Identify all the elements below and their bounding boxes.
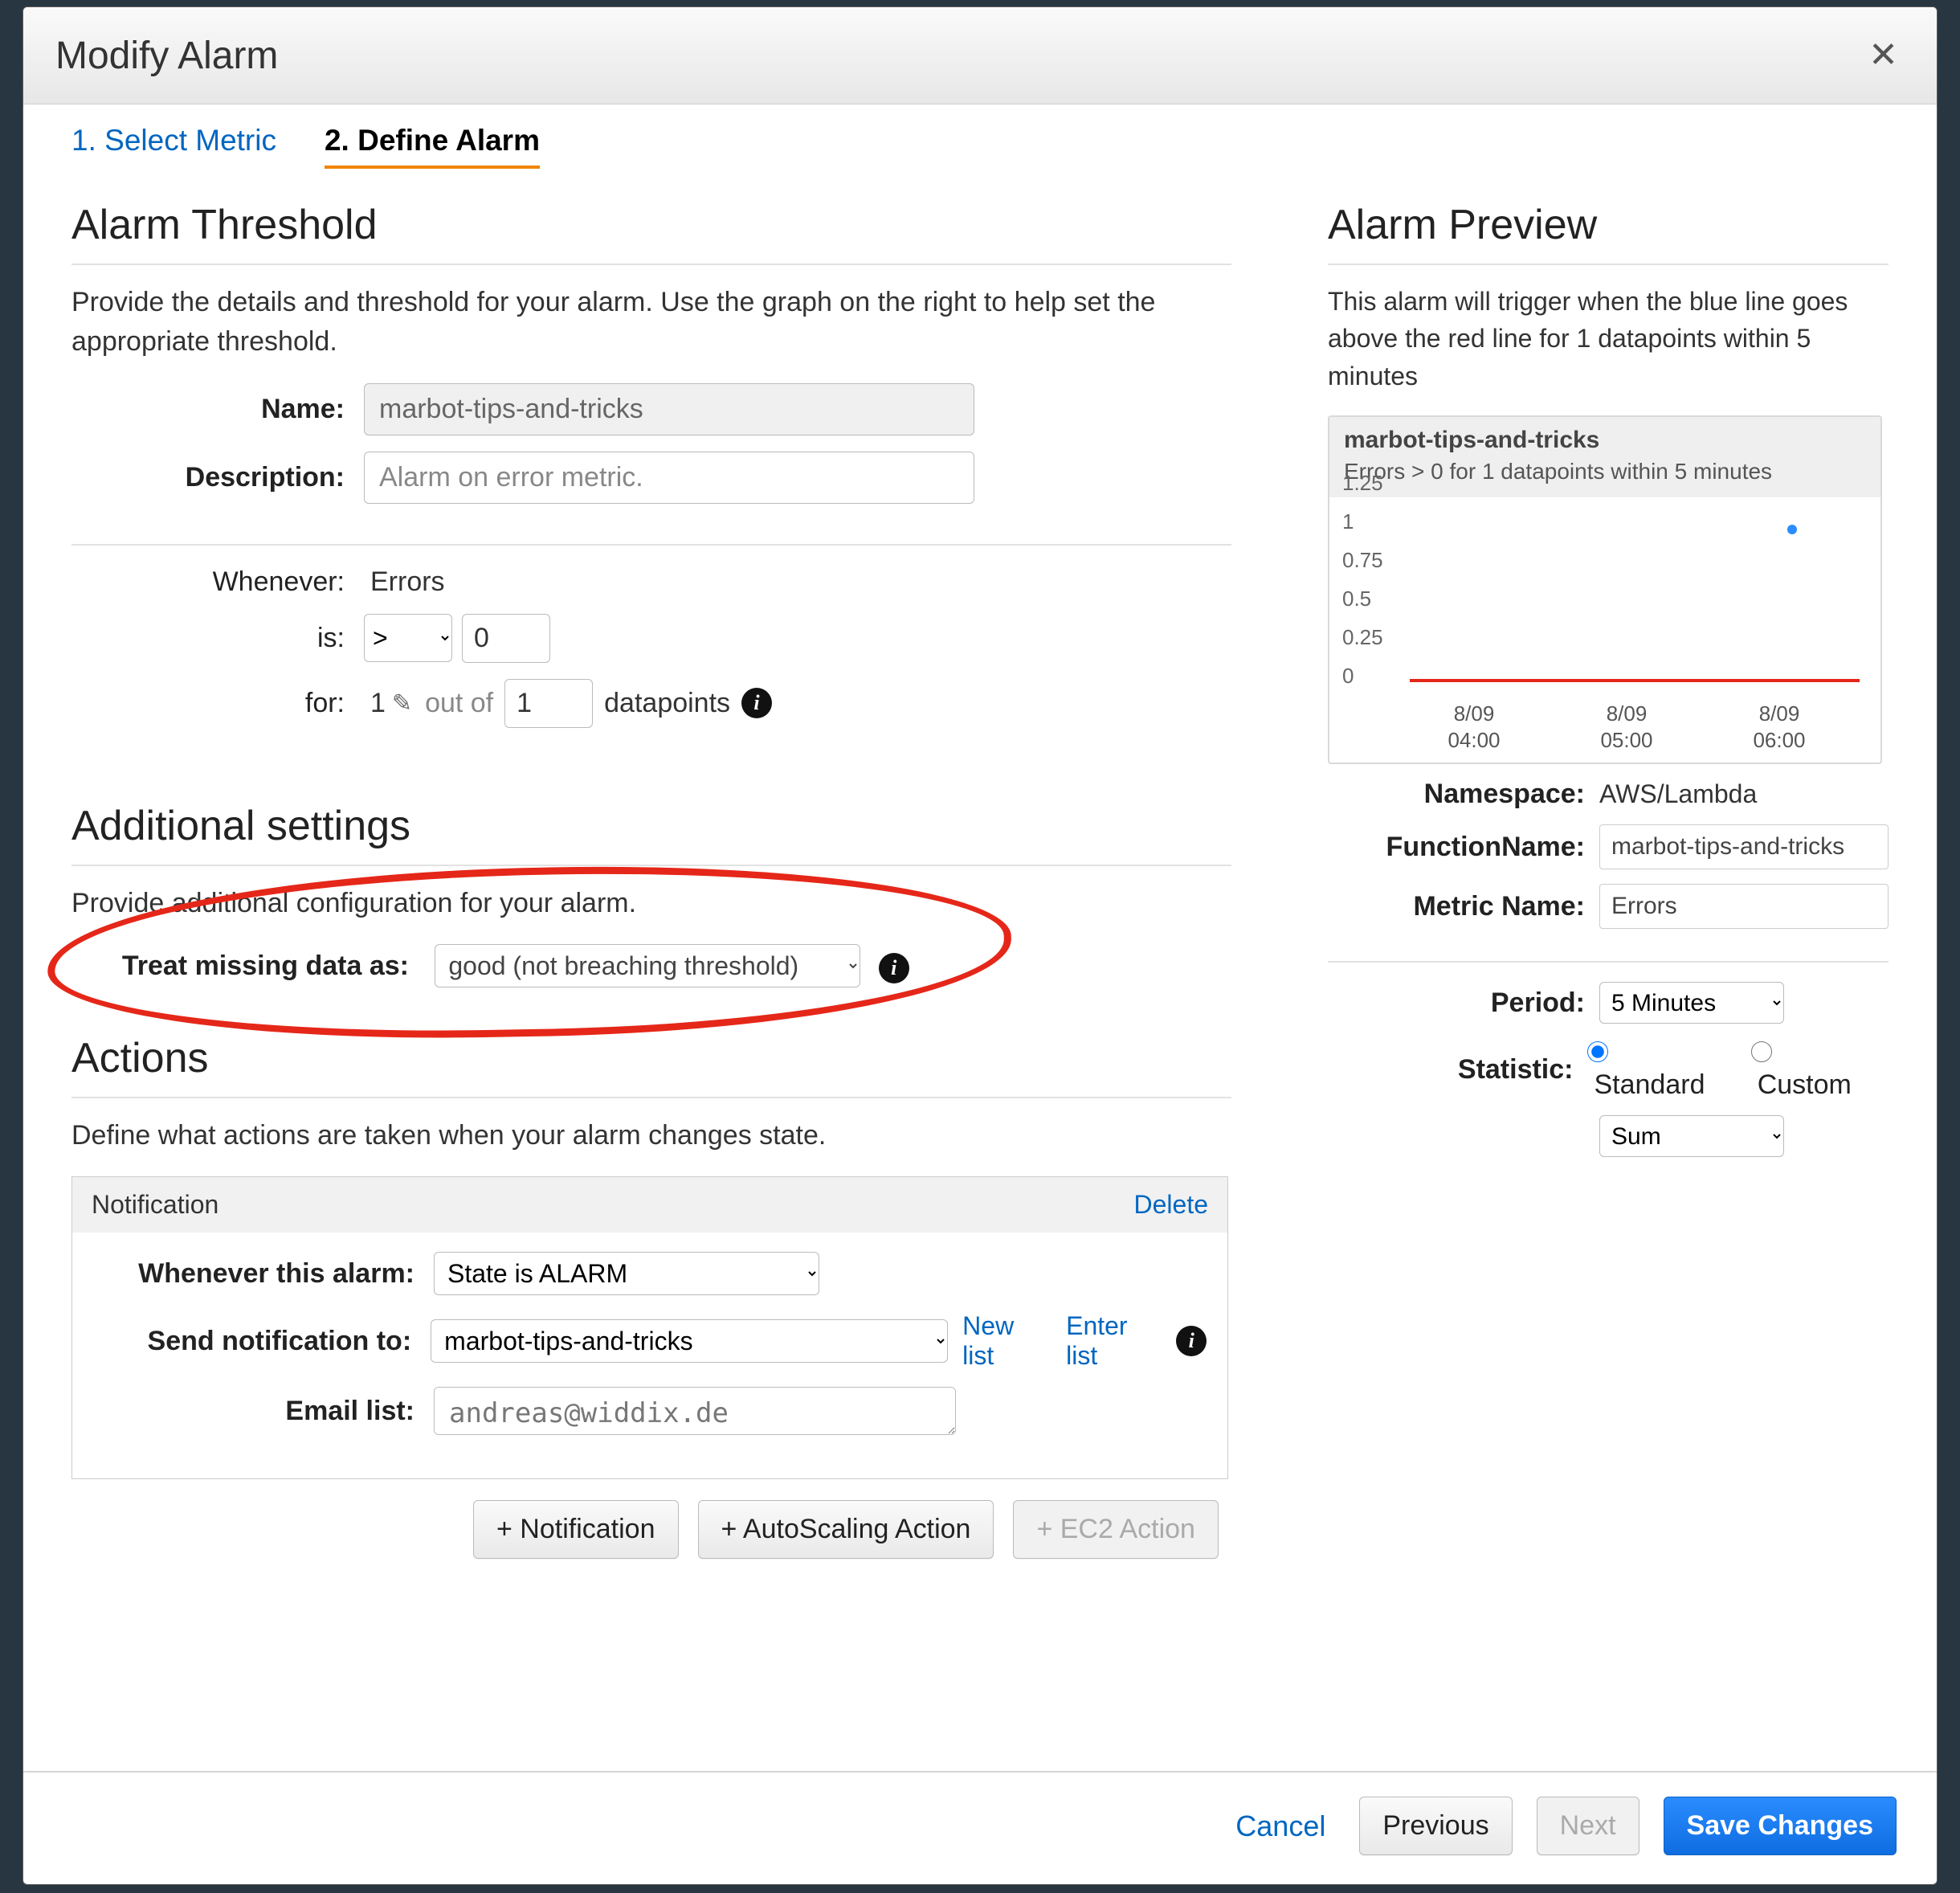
add-autoscaling-button[interactable]: + AutoScaling Action [698,1500,994,1559]
name-input [364,383,974,435]
threshold-line [1410,679,1860,682]
period-label: Period: [1328,987,1585,1019]
new-list-link[interactable]: New list [962,1311,1051,1371]
notification-panel: Notification Delete Whenever this alarm:… [71,1176,1228,1479]
x-tick: 8/09 04:00 [1426,701,1522,753]
statistic-label: Statistic: [1328,1054,1573,1086]
y-tick: 1 [1342,509,1354,534]
section-additional-settings: Additional settings [71,802,1231,866]
next-button: Next [1537,1797,1639,1855]
wizard-tabs: 1. Select Metric 2. Define Alarm [23,104,1937,169]
for-n: 1 [370,688,386,719]
y-tick: 0.25 [1342,625,1383,650]
info-icon[interactable]: i [879,953,909,983]
preview-help: This alarm will trigger when the blue li… [1328,283,1889,395]
whenever-label: Whenever: [144,566,345,598]
y-tick: 0.5 [1342,587,1371,611]
notification-panel-title: Notification [92,1190,218,1220]
info-icon[interactable]: i [741,688,772,718]
modal-title: Modify Alarm [55,34,278,78]
email-list-input[interactable]: andreas@widdix.de [434,1387,956,1435]
for-m-input[interactable] [504,679,593,728]
section-alarm-threshold: Alarm Threshold [71,201,1231,265]
x-tick: 8/09 06:00 [1731,701,1827,753]
for-label: for: [144,688,345,719]
previous-button[interactable]: Previous [1359,1797,1512,1855]
threshold-help: Provide the details and threshold for yo… [71,283,1231,362]
save-changes-button[interactable]: Save Changes [1664,1797,1897,1855]
email-list-label: Email list: [93,1396,414,1427]
info-icon[interactable]: i [1176,1326,1207,1356]
preview-chart-title: marbot-tips-and-tricks [1344,427,1866,454]
description-input[interactable] [364,452,974,504]
metricname-input [1599,884,1889,929]
modify-alarm-modal: Modify Alarm ✕ 1. Select Metric 2. Defin… [22,6,1938,1885]
delete-notification-link[interactable]: Delete [1134,1190,1209,1220]
send-notification-label: Send notification to: [93,1326,411,1357]
y-tick: 1.25 [1342,471,1383,496]
modal-footer: Cancel Previous Next Save Changes [23,1771,1937,1884]
name-label: Name: [144,394,345,425]
chart-axis [1410,489,1860,682]
tab-select-metric[interactable]: 1. Select Metric [71,124,276,169]
is-label: is: [144,623,345,654]
enter-list-link[interactable]: Enter list [1066,1311,1165,1371]
whenever-metric: Errors [370,566,445,598]
namespace-value: AWS/Lambda [1599,779,1757,809]
x-tick: 8/09 05:00 [1578,701,1675,753]
close-icon[interactable]: ✕ [1862,31,1905,80]
metricname-label: Metric Name: [1328,891,1585,922]
sns-topic-select[interactable]: marbot-tips-and-tricks [431,1319,948,1363]
tab-define-alarm[interactable]: 2. Define Alarm [325,124,540,169]
y-tick: 0 [1342,664,1354,689]
modal-header: Modify Alarm ✕ [23,7,1937,104]
namespace-label: Namespace: [1328,779,1585,810]
threshold-value-input[interactable] [462,614,550,663]
functionname-input [1599,824,1889,869]
add-notification-button[interactable]: + Notification [473,1500,679,1559]
additional-help: Provide additional configuration for you… [71,884,1231,923]
functionname-label: FunctionName: [1328,832,1585,863]
preview-chart-subtitle: Errors > 0 for 1 datapoints within 5 min… [1344,459,1866,484]
add-ec2-button: + EC2 Action [1013,1500,1219,1559]
preview-chart: marbot-tips-and-tricks Errors > 0 for 1 … [1328,415,1882,764]
statistic-standard-radio[interactable] [1587,1041,1608,1062]
datapoints-text: datapoints [604,688,730,719]
missing-data-label: Treat missing data as: [71,951,409,982]
missing-data-select[interactable]: good (not breaching threshold) [435,944,860,987]
cancel-link[interactable]: Cancel [1235,1809,1325,1843]
out-of-text: out of [425,688,493,719]
pencil-icon[interactable]: ✎ [392,689,412,718]
actions-help: Define what actions are taken when your … [71,1116,1231,1155]
section-alarm-preview: Alarm Preview [1328,201,1889,265]
alarm-state-select[interactable]: State is ALARM [434,1252,819,1295]
period-select[interactable]: 5 Minutes [1599,982,1784,1024]
whenever-alarm-label: Whenever this alarm: [93,1258,414,1290]
statistic-value-select[interactable]: Sum [1599,1115,1784,1157]
comparison-select[interactable]: > [364,614,452,662]
y-tick: 0.75 [1342,548,1383,573]
statistic-standard-label: Standard [1594,1069,1705,1100]
section-actions: Actions [71,1034,1231,1098]
description-label: Description: [144,462,345,493]
statistic-custom-label: Custom [1758,1069,1852,1100]
statistic-custom-radio[interactable] [1751,1041,1772,1062]
